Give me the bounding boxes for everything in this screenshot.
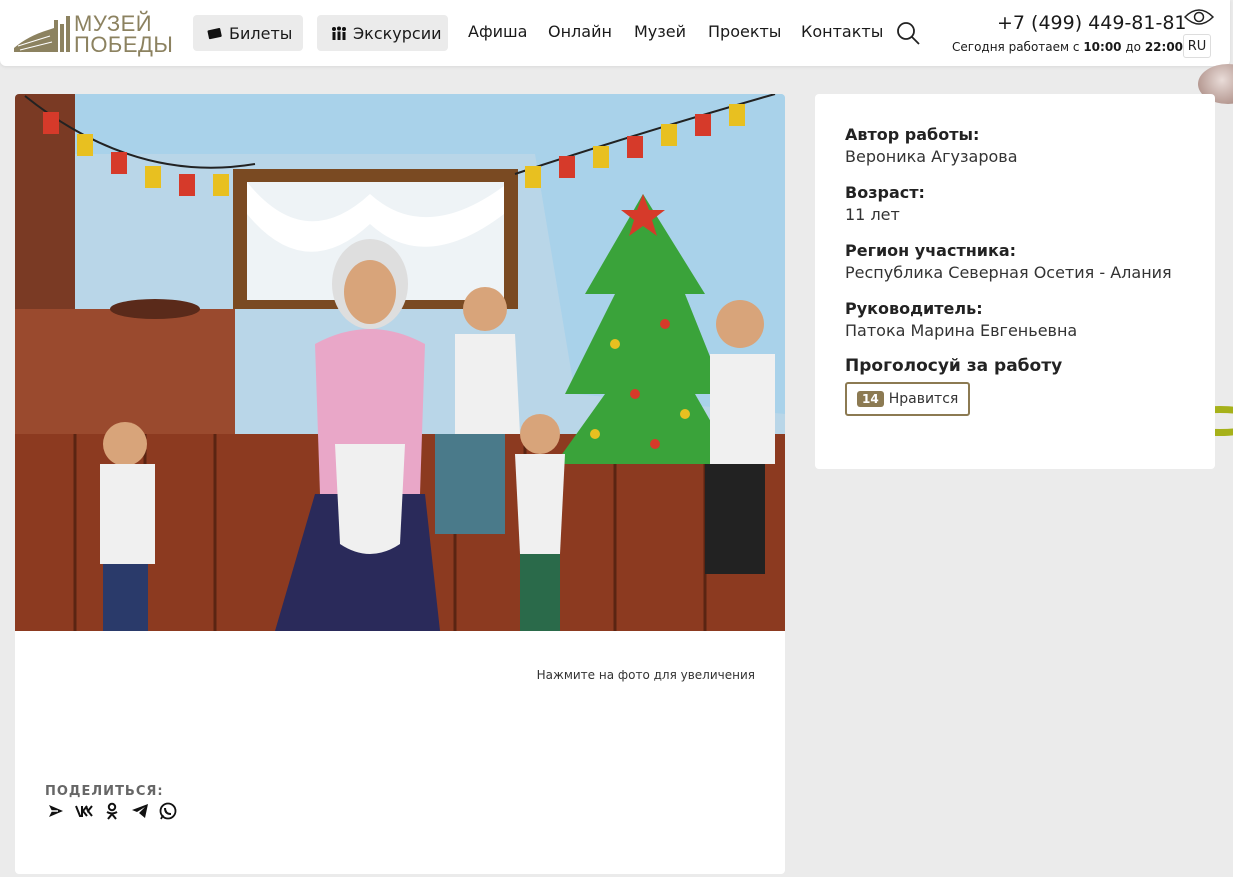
odnoklassniki-icon[interactable]	[103, 802, 121, 820]
share-buttons	[47, 802, 177, 820]
hours-prefix: Сегодня работаем с	[952, 40, 1080, 54]
like-label: Нравится	[888, 391, 959, 407]
vk-icon[interactable]	[75, 802, 93, 820]
excursions-label: Экскурсии	[353, 23, 442, 43]
hours-from: 10:00	[1083, 40, 1122, 54]
hours-mid: до	[1125, 40, 1141, 54]
group-icon	[331, 26, 347, 40]
language-switcher[interactable]: RU	[1183, 34, 1211, 58]
share-label: ПОДЕЛИТЬСЯ:	[45, 784, 164, 799]
museum-logo[interactable]: МУЗЕЙ ПОБЕДЫ	[14, 12, 173, 56]
vote-title: Проголосуй за работу	[845, 356, 1063, 376]
logo-line-2: ПОБЕДЫ	[74, 32, 174, 57]
age-label: Возраст:	[845, 183, 925, 202]
telegram-icon[interactable]	[131, 802, 149, 820]
mentor-name: Патока Марина Евгеньевна	[845, 321, 1078, 340]
ticket-icon	[207, 26, 223, 40]
tickets-label: Билеты	[229, 23, 293, 43]
age-row: Возраст: 11 лет	[845, 182, 1185, 226]
author-label-text: Автор работы	[845, 125, 973, 144]
nav-item-afisha[interactable]: Афиша	[468, 22, 527, 41]
mentor-row: Руководитель: Патока Марина Евгеньевна	[845, 298, 1185, 342]
author-name: Вероника Агузарова	[845, 147, 1018, 166]
opening-hours: Сегодня работаем с 10:00 до 22:00	[952, 40, 1183, 54]
like-button[interactable]: 14 Нравится	[845, 382, 971, 416]
hours-to: 22:00	[1144, 40, 1184, 54]
search-icon[interactable]	[895, 20, 921, 46]
like-count: 14	[857, 391, 884, 407]
logo-monument-icon	[14, 14, 72, 54]
author-label: Автор работы:	[845, 125, 980, 144]
nav-item-museum[interactable]: Музей	[634, 22, 686, 41]
nav-item-contacts[interactable]: Контакты	[801, 22, 883, 41]
nav-item-projects[interactable]: Проекты	[708, 22, 781, 41]
artwork-card: Нажмите на фото для увеличения ПОДЕЛИТЬС…	[15, 94, 785, 874]
phone-number[interactable]: +7 (499) 449-81-81	[997, 12, 1187, 34]
artwork-info-card: Автор работы: Вероника Агузарова Возраст…	[815, 94, 1215, 469]
site-header: МУЗЕЙ ПОБЕДЫ Билеты Экскурсии Афиша Онла…	[0, 0, 1230, 66]
logo-text: МУЗЕЙ ПОБЕДЫ	[74, 11, 174, 57]
accessibility-eye-icon[interactable]	[1183, 7, 1215, 27]
share-icon[interactable]	[47, 802, 65, 820]
whatsapp-icon[interactable]	[159, 802, 177, 820]
tickets-button[interactable]: Билеты	[193, 15, 303, 51]
logo-line-1: МУЗЕЙ	[74, 11, 153, 36]
excursions-button[interactable]: Экскурсии	[317, 15, 448, 51]
nav-item-online[interactable]: Онлайн	[548, 22, 612, 41]
region-label: Регион участника:	[845, 241, 1017, 260]
artwork-image[interactable]	[15, 94, 785, 631]
region-value: Республика Северная Осетия - Алания	[845, 263, 1172, 282]
region-label-text: Регион участника	[845, 241, 1010, 260]
zoom-hint: Нажмите на фото для увеличения	[536, 668, 755, 682]
region-row: Регион участника: Республика Северная Ос…	[845, 240, 1185, 284]
age-value: 11 лет	[845, 205, 900, 224]
mentor-label: Руководитель:	[845, 299, 983, 318]
mentor-label-text: Руководитель	[845, 299, 977, 318]
age-label-text: Возраст	[845, 183, 919, 202]
author-row: Автор работы: Вероника Агузарова	[845, 124, 1185, 168]
